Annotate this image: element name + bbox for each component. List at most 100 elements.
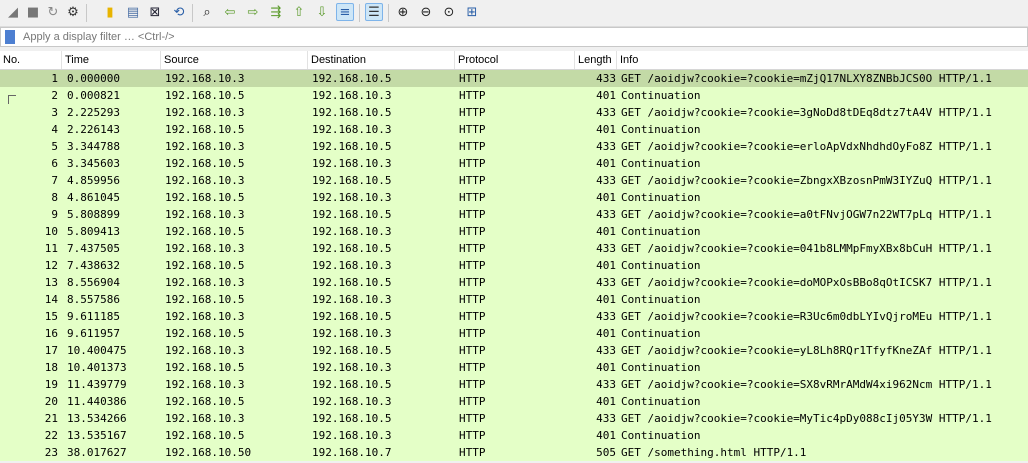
display-filter-input[interactable] [19,29,1027,45]
packet-time: 8.556904 [67,276,120,289]
last-packet-icon[interactable]: ⇩ [313,3,331,21]
packet-destination: 192.168.10.5 [312,276,392,289]
packet-length: 401 [596,327,616,340]
packet-protocol: HTTP [459,310,486,323]
packet-time: 2.225293 [67,106,120,119]
packet-number: 17 [44,344,58,357]
packet-number: 23 [44,446,58,459]
table-row[interactable]: 9 5.808899 192.168.10.3 192.168.10.5 HTTP 433… [0,206,1028,223]
packet-source: 192.168.10.50 [165,446,252,459]
packet-source: 192.168.10.3 [165,242,245,255]
packet-source: 192.168.10.5 [165,157,245,170]
packet-number: 10 [44,225,58,238]
packet-protocol: HTTP [459,276,486,289]
packet-number: 3 [51,106,58,119]
packet-protocol: HTTP [459,106,486,119]
resize-columns-icon[interactable]: ⊞ [463,3,481,21]
packet-time: 4.861045 [67,191,120,204]
table-row[interactable]: 15 9.611185 192.168.10.3 192.168.10.5 HTTP 43… [0,308,1028,325]
first-packet-icon[interactable]: ⇧ [290,3,308,21]
capture-options-icon[interactable]: ⚙ [64,3,82,21]
table-row[interactable]: 16 9.611957 192.168.10.5 192.168.10.3 HTTP 40… [0,325,1028,342]
reload-file-icon[interactable]: ⟲ [170,3,188,21]
packet-number: 7 [51,174,58,187]
packet-destination: 192.168.10.3 [312,395,392,408]
packet-source: 192.168.10.3 [165,106,245,119]
packet-number: 6 [51,157,58,170]
packet-number: 14 [44,293,58,306]
table-row[interactable]: 14 8.557586 192.168.10.5 192.168.10.3 HTTP 40… [0,291,1028,308]
find-packet-icon[interactable]: ⌕ [198,3,216,21]
packet-destination: 192.168.10.3 [312,191,392,204]
packet-source: 192.168.10.5 [165,259,245,272]
table-row[interactable]: 17 10.400475 192.168.10.3 192.168.10.5 HTTP 4… [0,342,1028,359]
column-header-time[interactable]: Time [62,51,161,69]
restart-capture-icon[interactable]: ↻ [44,3,62,21]
column-header-length[interactable]: Length [575,51,617,69]
packet-number: 18 [44,361,58,374]
column-header-no[interactable]: No. [0,51,62,69]
packet-time: 11.439779 [67,378,127,391]
packet-protocol: HTTP [459,123,486,136]
packet-source: 192.168.10.5 [165,191,245,204]
packet-list-header: No. Time Source Destination Protocol Len… [0,51,1028,70]
packet-time: 13.535167 [67,429,127,442]
table-row[interactable]: 7 4.859956 192.168.10.3 192.168.10.5 HTTP 433… [0,172,1028,189]
open-file-icon[interactable]: ▮ [101,3,119,21]
go-to-packet-icon[interactable]: ⇶ [267,3,285,21]
packet-destination: 192.168.10.5 [312,310,392,323]
save-file-icon[interactable]: ▤ [124,3,142,21]
column-header-info[interactable]: Info [617,51,1028,69]
packet-time: 3.345603 [67,157,120,170]
table-row[interactable]: 22 13.535167 192.168.10.5 192.168.10.3 HTTP 4… [0,427,1028,444]
colorize-icon[interactable]: ☰ [365,3,383,21]
packet-source: 192.168.10.5 [165,395,245,408]
packet-source: 192.168.10.3 [165,276,245,289]
zoom-out-icon[interactable]: ⊖ [417,3,435,21]
go-back-icon[interactable]: ⇦ [221,3,239,21]
stop-capture-icon[interactable]: ■ [24,3,42,21]
zoom-in-icon[interactable]: ⊕ [394,3,412,21]
table-row[interactable]: 3 2.225293 192.168.10.3 192.168.10.5 HTTP 433… [0,104,1028,121]
packet-destination: 192.168.10.3 [312,89,392,102]
packet-source: 192.168.10.3 [165,174,245,187]
go-forward-icon[interactable]: ⇨ [244,3,262,21]
close-file-icon[interactable]: ⊠ [146,3,164,21]
packet-time: 3.344788 [67,140,120,153]
table-row[interactable]: 10 5.809413 192.168.10.5 192.168.10.3 HTTP 40… [0,223,1028,240]
autoscroll-icon[interactable]: ≡ [336,3,354,21]
toolbar-separator [359,4,360,22]
packet-info: GET /aoidjw?cookie=?cookie=R3Uc6m0dbLYIv… [621,310,992,323]
packet-time: 9.611957 [67,327,120,340]
packet-length: 433 [596,276,616,289]
packet-info: GET /aoidjw?cookie=?cookie=3gNoDd8tDEq8d… [621,106,992,119]
table-row[interactable]: 12 7.438632 192.168.10.5 192.168.10.3 HTTP 40… [0,257,1028,274]
packet-number: 19 [44,378,58,391]
column-header-destination[interactable]: Destination [308,51,455,69]
table-row[interactable]: 2 0.000821 192.168.10.5 192.168.10.3 HTTP 401… [0,87,1028,106]
bookmark-icon[interactable] [5,30,15,44]
table-row[interactable]: 21 13.534266 192.168.10.3 192.168.10.5 HTTP 4… [0,410,1028,427]
table-row[interactable]: 8 4.861045 192.168.10.5 192.168.10.3 HTTP 401… [0,189,1028,206]
packet-length: 433 [596,72,616,85]
packet-length: 401 [596,395,616,408]
table-row[interactable]: 18 10.401373 192.168.10.5 192.168.10.3 HTTP 4… [0,359,1028,376]
column-header-source[interactable]: Source [161,51,308,69]
packet-time: 13.534266 [67,412,127,425]
table-row[interactable]: 5 3.344788 192.168.10.3 192.168.10.5 HTTP 433… [0,138,1028,155]
table-row[interactable]: 6 3.345603 192.168.10.5 192.168.10.3 HTTP 401… [0,155,1028,172]
shark-fin-start-icon[interactable]: ◢ [4,3,22,21]
table-row[interactable]: 11 7.437505 192.168.10.3 192.168.10.5 HTTP 43… [0,240,1028,257]
packet-destination: 192.168.10.3 [312,361,392,374]
table-row[interactable]: 1 0.000000 192.168.10.3 192.168.10.5 HTTP 433… [0,70,1028,87]
table-row[interactable]: 4 2.226143 192.168.10.5 192.168.10.3 HTTP 401… [0,121,1028,138]
table-row[interactable]: 19 11.439779 192.168.10.3 192.168.10.5 HTTP 4… [0,376,1028,393]
packet-length: 401 [596,259,616,272]
packet-time: 4.859956 [67,174,120,187]
packet-number: 2 [51,89,58,102]
normal-size-icon[interactable]: ⊙ [440,3,458,21]
column-header-protocol[interactable]: Protocol [455,51,575,69]
table-row[interactable]: 13 8.556904 192.168.10.3 192.168.10.5 HTTP 43… [0,274,1028,291]
table-row[interactable]: 23 38.017627 192.168.10.50 192.168.10.7 HTTP… [0,444,1028,461]
table-row[interactable]: 20 11.440386 192.168.10.5 192.168.10.3 HTTP 4… [0,393,1028,410]
